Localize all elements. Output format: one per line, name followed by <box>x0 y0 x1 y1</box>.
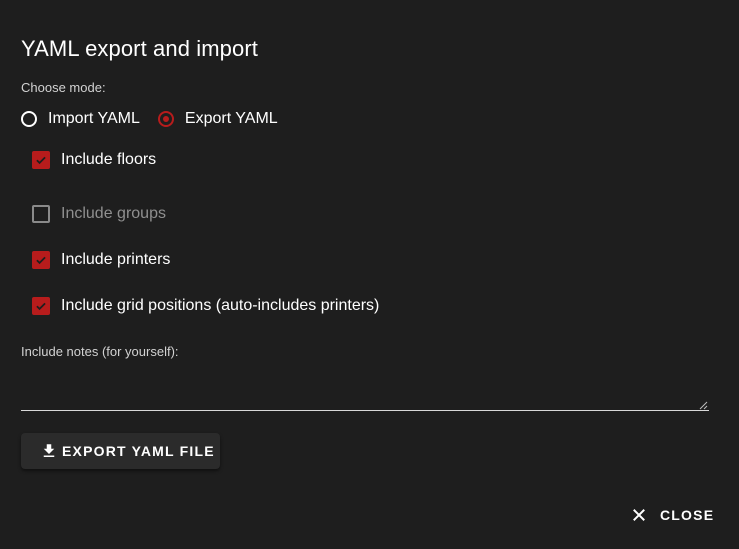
close-button[interactable]: CLOSE <box>622 497 722 533</box>
dialog-title: YAML export and import <box>21 36 258 61</box>
radio-import-circle[interactable] <box>21 111 37 127</box>
checkbox-include-printers[interactable]: Include printers <box>32 250 170 270</box>
checkbox-grid-label: Include grid positions (auto-includes pr… <box>61 297 380 314</box>
checkbox-groups-box <box>32 205 50 223</box>
check-icon <box>36 256 46 265</box>
checkbox-printers-label: Include printers <box>61 251 171 268</box>
check-icon <box>36 302 46 311</box>
radio-export-yaml[interactable]: Export YAML <box>157 110 278 128</box>
checkbox-include-floors[interactable]: Include floors <box>32 150 156 170</box>
checkbox-include-groups: Include groups <box>32 204 166 224</box>
radio-export-circle[interactable] <box>157 111 174 127</box>
export-yaml-button[interactable]: EXPORT YAML FILE <box>21 433 220 469</box>
mode-label: Choose mode: <box>21 80 106 95</box>
checkbox-grid-box[interactable] <box>32 297 50 315</box>
notes-label: Include notes (for yourself): <box>21 344 179 359</box>
checkbox-groups-label: Include groups <box>61 205 166 222</box>
download-icon <box>40 442 58 460</box>
radio-import-yaml[interactable]: Import YAML <box>21 110 140 128</box>
checkbox-floors-label: Include floors <box>61 151 157 168</box>
yaml-dialog: YAML export and import Choose mode: Impo… <box>0 0 739 549</box>
checkbox-include-grid-positions[interactable]: Include grid positions (auto-includes pr… <box>32 296 379 316</box>
resize-grip-icon[interactable] <box>699 401 708 410</box>
checkbox-printers-box[interactable] <box>32 251 50 269</box>
check-icon <box>36 156 46 165</box>
close-icon <box>630 506 648 524</box>
radio-import-label: Import YAML <box>48 110 140 127</box>
mode-radio-group: Import YAML Export YAML <box>21 107 296 131</box>
checkbox-floors-box[interactable] <box>32 151 50 169</box>
export-yaml-button-label: EXPORT YAML FILE <box>62 443 215 459</box>
radio-export-label: Export YAML <box>184 110 278 127</box>
close-button-label: CLOSE <box>660 507 715 523</box>
notes-textarea[interactable] <box>21 366 709 411</box>
